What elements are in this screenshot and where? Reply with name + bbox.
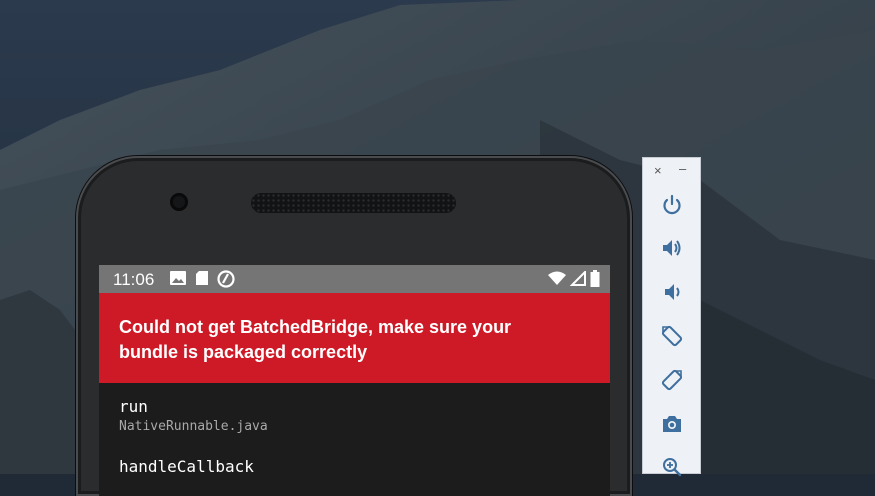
rotate-left-icon — [661, 325, 683, 347]
status-time: 11:06 — [113, 270, 155, 289]
rotate-right-icon — [661, 369, 683, 391]
stack-frame-file: NativeRunnable.java — [119, 419, 268, 434]
zoom-button[interactable] — [657, 452, 687, 482]
volume-up-button[interactable] — [657, 233, 687, 263]
redbox-error-banner: Could not get BatchedBridge, make sure y… — [99, 293, 610, 383]
earpiece-speaker — [251, 193, 456, 213]
error-message: Could not get BatchedBridge, make sure y… — [119, 317, 512, 362]
notification-icons — [169, 270, 235, 293]
battery-icon — [590, 270, 600, 292]
image-notification-icon — [169, 270, 187, 293]
volume-up-icon — [663, 240, 681, 256]
toolbar-window-controls: × – — [643, 161, 700, 179]
zoom-in-icon — [663, 458, 682, 477]
volume-down-button[interactable] — [657, 277, 687, 307]
close-button[interactable]: × — [654, 163, 662, 178]
emulator-toolbar: × – — [642, 157, 701, 477]
rotate-left-button[interactable] — [657, 321, 687, 351]
sd-card-icon — [195, 270, 209, 293]
camera-icon — [663, 416, 681, 432]
stack-frame-method: run — [119, 397, 148, 416]
minimize-button[interactable]: – — [679, 161, 686, 176]
android-status-bar: 11:06 — [99, 265, 610, 293]
phone-screen[interactable]: 11:06 Could not get BatchedBridge, make … — [99, 265, 610, 496]
stack-frame-method: handleCallback — [119, 457, 254, 476]
rotate-right-button[interactable] — [657, 365, 687, 395]
screenshot-button[interactable] — [657, 409, 687, 439]
stack-frame[interactable]: run NativeRunnable.java — [119, 397, 268, 437]
phone-device-frame: 11:06 Could not get BatchedBridge, make … — [76, 156, 632, 496]
signal-icon — [569, 269, 586, 291]
stack-trace-list: run NativeRunnable.java handleCallback — [119, 397, 268, 496]
stack-frame[interactable]: handleCallback — [119, 457, 268, 477]
front-camera — [170, 193, 188, 211]
react-debug-icon — [217, 270, 235, 293]
system-status-icons — [548, 269, 600, 292]
volume-down-icon — [665, 284, 680, 300]
power-icon — [663, 194, 681, 215]
wifi-icon — [548, 271, 566, 291]
power-button[interactable] — [657, 190, 687, 220]
